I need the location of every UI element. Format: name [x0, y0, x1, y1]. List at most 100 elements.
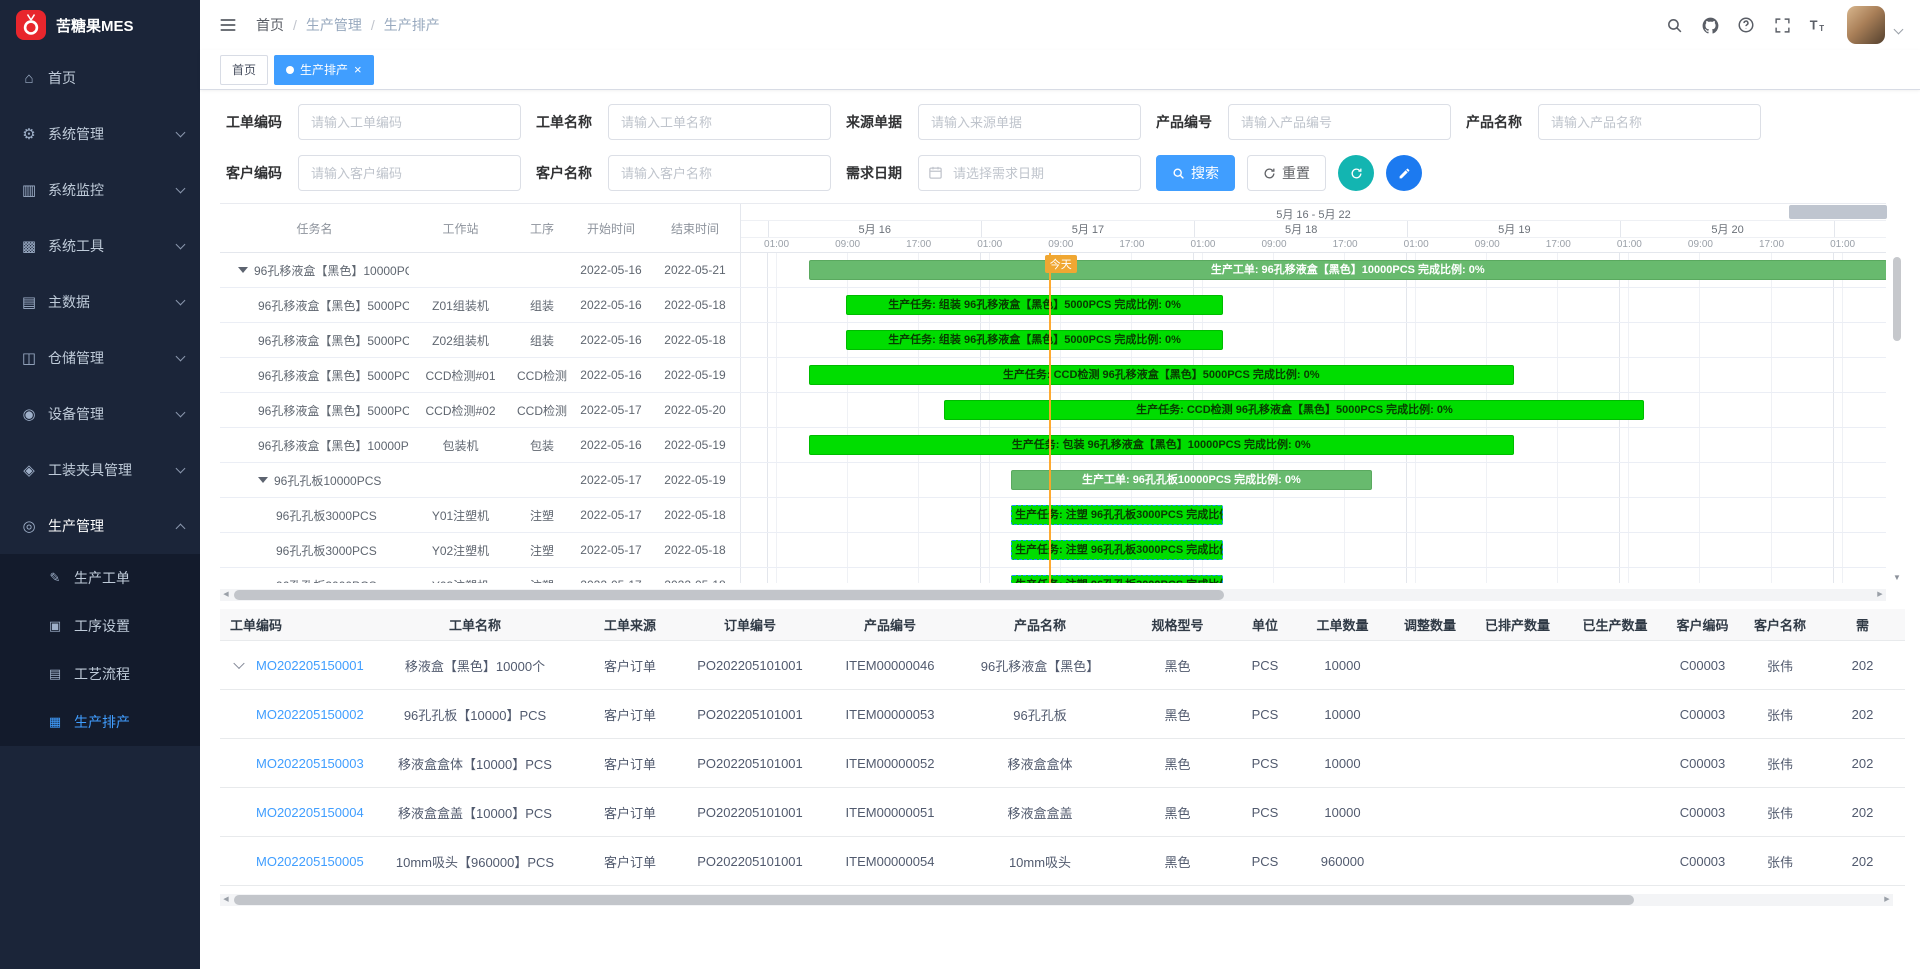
sidebar-item-label: 首页 — [48, 68, 184, 88]
scrollbar-thumb[interactable] — [234, 895, 1634, 905]
scrollbar-thumb[interactable] — [1893, 257, 1901, 341]
sidebar-item[interactable]: ◉设备管理 — [0, 386, 200, 442]
filter-input[interactable] — [298, 104, 521, 140]
breadcrumb-item[interactable]: 生产管理 — [306, 15, 362, 35]
orders-column-header: 产品名称 — [960, 615, 1120, 634]
breadcrumb-item[interactable]: 首页 — [256, 15, 284, 35]
font-size-icon[interactable]: TT — [1803, 10, 1833, 40]
filter-input[interactable] — [608, 104, 831, 140]
search-button[interactable]: 搜索 — [1156, 155, 1235, 191]
table-row[interactable]: MO202205150004移液盒盒盖【10000】PCS客户订单PO20220… — [220, 788, 1905, 837]
edit-columns-button[interactable] — [1386, 155, 1422, 191]
orders-column-header: 客户编码 — [1665, 615, 1740, 634]
table-row[interactable]: MO20220515000296孔孔板【10000】PCS客户订单PO20220… — [220, 690, 1905, 739]
orders-cell-customer_code: C00003 — [1665, 854, 1740, 869]
sidebar-item[interactable]: ▩系统工具 — [0, 218, 200, 274]
gantt-zoom-slider[interactable] — [1789, 205, 1887, 219]
filter-input[interactable] — [918, 104, 1141, 140]
sidebar-item[interactable]: ◎生产管理 — [0, 498, 200, 554]
tab-active[interactable]: 生产排产 × — [274, 55, 374, 85]
breadcrumb-item[interactable]: 生产排产 — [384, 15, 440, 35]
task-bar[interactable]: 生产任务: 组装 96孔移液盒【黑色】5000PCS 完成比例: 0% — [846, 295, 1224, 315]
github-icon[interactable] — [1695, 10, 1725, 40]
scroll-down-arrow-icon[interactable]: ▼ — [1893, 573, 1901, 583]
sidebar-item[interactable]: ◈工装夹具管理 — [0, 442, 200, 498]
task-bar[interactable]: 生产任务: 组装 96孔移液盒【黑色】5000PCS 完成比例: 0% — [846, 330, 1224, 350]
filter-label: 客户名称 — [536, 163, 598, 183]
scrollbar-thumb[interactable] — [234, 590, 1224, 600]
sidebar-item-label: 仓储管理 — [48, 348, 177, 368]
orders-column-header: 单位 — [1235, 615, 1295, 634]
gantt-column-header: 结束时间 — [650, 204, 740, 252]
collapse-caret-icon[interactable] — [258, 477, 268, 483]
work-order-link[interactable]: MO202205150002 — [256, 707, 364, 722]
sidebar-subitem[interactable]: ▣工序设置 — [0, 602, 200, 650]
home-icon: ⌂ — [20, 70, 38, 87]
collapse-caret-icon[interactable] — [238, 267, 248, 273]
orders-cell-customer_code: C00003 — [1665, 756, 1740, 771]
work-order-bar[interactable]: 生产工单: 96孔移液盒【黑色】10000PCS 完成比例: 0% — [809, 260, 1886, 280]
work-order-link[interactable]: MO202205150005 — [256, 854, 364, 869]
gantt-row-timeline: 生产任务: 注塑 96孔孔板3000PCS 完成比例: 0% — [740, 533, 1886, 567]
tab-label: 生产排产 — [300, 61, 348, 78]
orders-cell-code: MO202205150001 — [220, 658, 370, 673]
sidebar-item[interactable]: ⌂ 首页 — [0, 50, 200, 106]
work-order-bar[interactable]: 生产工单: 96孔孔板10000PCS 完成比例: 0% — [1011, 470, 1372, 490]
sidebar-item[interactable]: ◫仓储管理 — [0, 330, 200, 386]
search-icon[interactable] — [1659, 10, 1689, 40]
help-icon[interactable] — [1731, 10, 1761, 40]
scroll-right-arrow-icon[interactable]: ▶ — [1874, 589, 1886, 601]
gantt-vertical-scrollbar[interactable]: ▼ — [1892, 253, 1902, 583]
gantt-horizontal-scrollbar[interactable]: ◀ ▶ — [220, 589, 1886, 601]
row-expand-chevron-icon[interactable] — [233, 658, 244, 669]
work-order-link[interactable]: MO202205150004 — [256, 805, 364, 820]
start-cell: 2022-05-17 — [572, 533, 650, 567]
work-order-link[interactable]: MO202205150003 — [256, 756, 364, 771]
sidebar-item[interactable]: ⚙系统管理 — [0, 106, 200, 162]
filter-input[interactable] — [298, 155, 521, 191]
filter-field: 需求日期 — [846, 155, 1141, 191]
start-cell: 2022-05-17 — [572, 568, 650, 583]
app-logo[interactable]: 苦糖果MES — [0, 0, 200, 50]
task-name-cell: 96孔孔板3000PCS — [220, 568, 409, 583]
sidebar-subitem[interactable]: ▤工艺流程 — [0, 650, 200, 698]
refresh-button[interactable] — [1338, 155, 1374, 191]
task-bar[interactable]: 生产任务: 包装 96孔移液盒【黑色】10000PCS 完成比例: 0% — [809, 435, 1514, 455]
tab-close-icon[interactable]: × — [354, 63, 362, 76]
sidebar-subitem[interactable]: ✎生产工单 — [0, 554, 200, 602]
orders-cell-unit: PCS — [1235, 854, 1295, 869]
task-bar[interactable]: 生产任务: CCD检测 96孔移液盒【黑色】5000PCS 完成比例: 0% — [809, 365, 1514, 385]
table-row[interactable]: MO202205150001移液盒【黑色】10000个客户订单PO2022051… — [220, 641, 1905, 690]
orders-cell-order_no: PO202205101001 — [680, 658, 820, 673]
reset-button[interactable]: 重置 — [1247, 155, 1326, 191]
end-cell: 2022-05-20 — [650, 393, 740, 427]
scroll-left-arrow-icon[interactable]: ◀ — [220, 589, 232, 601]
sidebar-subitem[interactable]: ▦生产排产 — [0, 698, 200, 746]
table-row[interactable]: MO20220515000510mm吸头【960000】PCS客户订单PO202… — [220, 837, 1905, 886]
task-bar[interactable]: 生产任务: 注塑 96孔孔板3000PCS 完成比例: 0% — [1011, 575, 1223, 583]
user-avatar[interactable] — [1847, 6, 1885, 44]
filter-label: 来源单据 — [846, 112, 908, 132]
scroll-left-arrow-icon[interactable]: ◀ — [220, 894, 232, 906]
table-row[interactable]: MO202205150003移液盒盒体【10000】PCS客户订单PO20220… — [220, 739, 1905, 788]
sidebar-toggle-button[interactable] — [210, 7, 246, 43]
table-horizontal-scrollbar[interactable]: ◀ ▶ — [220, 894, 1893, 906]
task-bar[interactable]: 生产任务: 注塑 96孔孔板3000PCS 完成比例: 0% — [1011, 505, 1223, 525]
scroll-right-arrow-icon[interactable]: ▶ — [1881, 894, 1893, 906]
work-order-link[interactable]: MO202205150001 — [256, 658, 364, 673]
process-cell: 注塑 — [512, 498, 572, 532]
task-bar[interactable]: 生产任务: 注塑 96孔孔板3000PCS 完成比例: 0% — [1011, 540, 1223, 560]
user-menu-caret-icon[interactable] — [1894, 24, 1904, 34]
sidebar-item[interactable]: ▤主数据 — [0, 274, 200, 330]
demand-date-input[interactable] — [918, 155, 1141, 191]
sidebar-item[interactable]: ▥系统监控 — [0, 162, 200, 218]
tab-item[interactable]: 首页 — [220, 55, 268, 85]
filter-input[interactable] — [1228, 104, 1451, 140]
filter-input[interactable] — [1538, 104, 1761, 140]
filter-input[interactable] — [608, 155, 831, 191]
station-cell: Z02组装机 — [409, 323, 512, 357]
fullscreen-icon[interactable] — [1767, 10, 1797, 40]
process-cell: 注塑 — [512, 568, 572, 583]
orders-cell-spec: 黑色 — [1120, 803, 1235, 822]
svg-text:T: T — [1819, 24, 1824, 33]
